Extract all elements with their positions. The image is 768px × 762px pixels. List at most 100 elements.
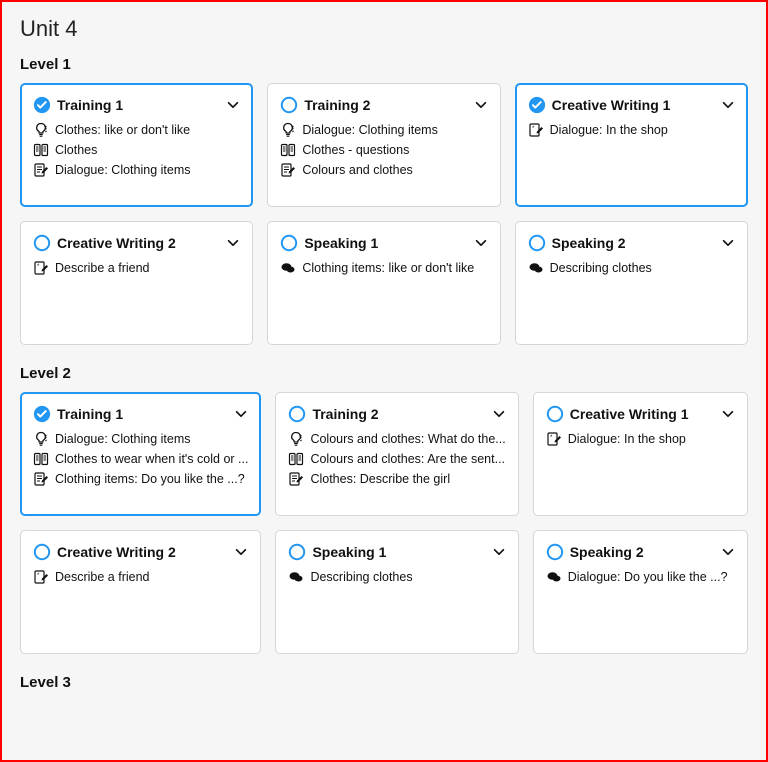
activity-item[interactable]: Clothing items: like or don't like	[280, 260, 487, 276]
write-icon	[33, 162, 49, 178]
card-header: Speaking 1	[280, 234, 487, 252]
lesson-card[interactable]: Speaking 2 Dialogue: Do you like the ...?	[533, 530, 748, 654]
chevron-down-icon[interactable]	[474, 98, 488, 112]
activity-item[interactable]: Dialogue: Clothing items	[33, 431, 248, 447]
activity-item[interactable]: Clothing items: Do you like the ...?	[33, 471, 248, 487]
status-unchecked-icon	[33, 234, 51, 252]
activity-item[interactable]: Dialogue: Do you like the ...?	[546, 569, 735, 585]
card-title: Training 2	[312, 406, 378, 422]
activity-item[interactable]: Clothes - questions	[280, 142, 487, 158]
card-title: Training 1	[57, 406, 123, 422]
activity-item[interactable]: Dialogue: Clothing items	[33, 162, 240, 178]
svg-text:*: *	[532, 126, 535, 132]
chevron-down-icon[interactable]	[721, 545, 735, 559]
card-header: Speaking 2	[546, 543, 735, 561]
card-title-wrap: Training 2	[280, 96, 370, 114]
columns-icon	[33, 451, 49, 467]
activity-text: Describing clothes	[550, 261, 652, 275]
activity-list: Describing clothes	[528, 260, 735, 276]
chevron-down-icon[interactable]	[234, 545, 248, 559]
lesson-card[interactable]: Creative Writing 1 *Dialogue: In the shop	[533, 392, 748, 516]
activity-list: Clothing items: like or don't like	[280, 260, 487, 276]
chevron-down-icon[interactable]	[234, 407, 248, 421]
chevron-down-icon[interactable]	[721, 236, 735, 250]
status-unchecked-icon	[528, 234, 546, 252]
writestar-icon: *	[33, 569, 49, 585]
speak-icon	[546, 569, 562, 585]
card-title: Training 1	[57, 97, 123, 113]
columns-icon	[288, 451, 304, 467]
activity-item[interactable]: Dialogue: Clothing items	[280, 122, 487, 138]
activity-item[interactable]: *Describe a friend	[33, 260, 240, 276]
status-unchecked-icon	[546, 405, 564, 423]
writestar-icon: *	[33, 260, 49, 276]
card-title: Speaking 1	[304, 235, 378, 251]
card-title-wrap: Creative Writing 1	[546, 405, 689, 423]
activity-item[interactable]: Clothes: Describe the girl	[288, 471, 505, 487]
chevron-down-icon[interactable]	[492, 407, 506, 421]
activity-item[interactable]: Clothes: like or don't like	[33, 122, 240, 138]
lesson-card[interactable]: Training 1 Clothes: like or don't like Clo…	[20, 83, 253, 207]
activity-list: Dialogue: Clothing items Clothes - questi…	[280, 122, 487, 178]
lesson-card[interactable]: Training 2 Colours and clothes: What do t…	[275, 392, 518, 516]
writestar-icon: *	[528, 122, 544, 138]
level-title: Level 2	[20, 365, 748, 382]
activity-text: Describing clothes	[310, 570, 412, 584]
card-header: Training 2	[288, 405, 505, 423]
write-icon	[280, 162, 296, 178]
chevron-down-icon[interactable]	[226, 236, 240, 250]
activity-list: Dialogue: Clothing items Clothes to wear …	[33, 431, 248, 487]
activity-text: Dialogue: Clothing items	[302, 123, 438, 137]
activity-text: Clothes	[55, 143, 97, 157]
status-unchecked-icon	[280, 96, 298, 114]
chevron-down-icon[interactable]	[492, 545, 506, 559]
lesson-card[interactable]: Creative Writing 2 * Describe a friend	[20, 530, 261, 654]
status-unchecked-icon	[288, 405, 306, 423]
write-icon	[33, 471, 49, 487]
card-title: Creative Writing 2	[57, 544, 176, 560]
card-title: Speaking 2	[570, 544, 644, 560]
svg-text:*: *	[37, 264, 40, 270]
activity-item[interactable]: *Dialogue: In the shop	[546, 431, 735, 447]
activity-list: *Dialogue: In the shop	[546, 431, 735, 447]
activity-text: Clothing items: like or don't like	[302, 261, 474, 275]
svg-text:*: *	[37, 573, 40, 579]
level-title: Level 3	[20, 674, 748, 691]
activity-item[interactable]: *Dialogue: In the shop	[528, 122, 735, 138]
chevron-down-icon[interactable]	[721, 98, 735, 112]
writestar-icon: *	[546, 431, 562, 447]
activity-text: Describe a friend	[55, 570, 150, 584]
lesson-card[interactable]: Speaking 2Describing clothes	[515, 221, 748, 345]
activity-item[interactable]: Colours and clothes: Are the sent...	[288, 451, 505, 467]
status-unchecked-icon	[546, 543, 564, 561]
lesson-card[interactable]: Training 1 Dialogue: Clothing items Clothe…	[20, 392, 261, 516]
card-title-wrap: Speaking 1	[280, 234, 378, 252]
activity-item[interactable]: Clothes	[33, 142, 240, 158]
lesson-card[interactable]: Training 2 Dialogue: Clothing items Clothe…	[267, 83, 500, 207]
chevron-down-icon[interactable]	[226, 98, 240, 112]
activity-text: Clothes: like or don't like	[55, 123, 190, 137]
lesson-card[interactable]: Speaking 1 Clothing items: like or don't …	[267, 221, 500, 345]
card-title-wrap: Training 1	[33, 405, 123, 423]
status-checked-icon	[33, 405, 51, 423]
columns-icon	[33, 142, 49, 158]
card-title-wrap: Training 2	[288, 405, 378, 423]
activity-item[interactable]: Describing clothes	[528, 260, 735, 276]
activity-item[interactable]: Colours and clothes	[280, 162, 487, 178]
activity-item[interactable]: Colours and clothes: What do the...	[288, 431, 505, 447]
lesson-card[interactable]: Creative Writing 2 *Describe a friend	[20, 221, 253, 345]
activity-item[interactable]: Clothes to wear when it's cold or ...	[33, 451, 248, 467]
card-header: Creative Writing 2	[33, 234, 240, 252]
lesson-card[interactable]: Speaking 1 Describing clothes	[275, 530, 518, 654]
card-title: Training 2	[304, 97, 370, 113]
lesson-card[interactable]: Creative Writing 1 *Dialogue: In the shop	[515, 83, 748, 207]
card-grid: Training 1 Dialogue: Clothing items Clothe…	[20, 392, 748, 654]
card-header: Creative Writing 1	[528, 96, 735, 114]
status-checked-icon	[33, 96, 51, 114]
chevron-down-icon[interactable]	[474, 236, 488, 250]
chevron-down-icon[interactable]	[721, 407, 735, 421]
activity-item[interactable]: * Describe a friend	[33, 569, 248, 585]
card-title: Speaking 1	[312, 544, 386, 560]
activity-item[interactable]: Describing clothes	[288, 569, 505, 585]
activity-text: Clothes to wear when it's cold or ...	[55, 452, 248, 466]
